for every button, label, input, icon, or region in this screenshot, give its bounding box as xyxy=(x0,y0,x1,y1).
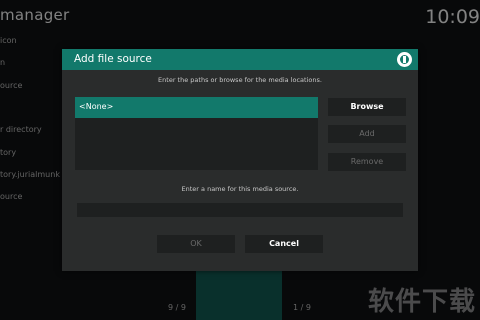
kodi-power-icon xyxy=(397,52,412,67)
watermark-logo: 软件下载 xyxy=(367,287,476,317)
dialog-title: Add file source xyxy=(74,53,152,65)
paths-instruction: Enter the paths or browse for the media … xyxy=(158,76,322,84)
path-list-item[interactable]: <None> xyxy=(75,97,318,118)
remove-button[interactable]: Remove xyxy=(328,153,406,171)
browse-button[interactable]: Browse xyxy=(328,98,406,116)
add-button[interactable]: Add xyxy=(328,125,406,143)
cancel-button[interactable]: Cancel xyxy=(245,235,323,253)
add-file-source-dialog: Add file source Enter the paths or brows… xyxy=(62,49,418,271)
source-name-field[interactable] xyxy=(77,203,403,217)
ok-button[interactable]: OK xyxy=(157,235,235,253)
source-name-label: Enter a name for this media source. xyxy=(181,185,299,193)
paths-list[interactable]: <None> xyxy=(75,97,318,170)
dialog-header: Add file source xyxy=(62,49,418,70)
